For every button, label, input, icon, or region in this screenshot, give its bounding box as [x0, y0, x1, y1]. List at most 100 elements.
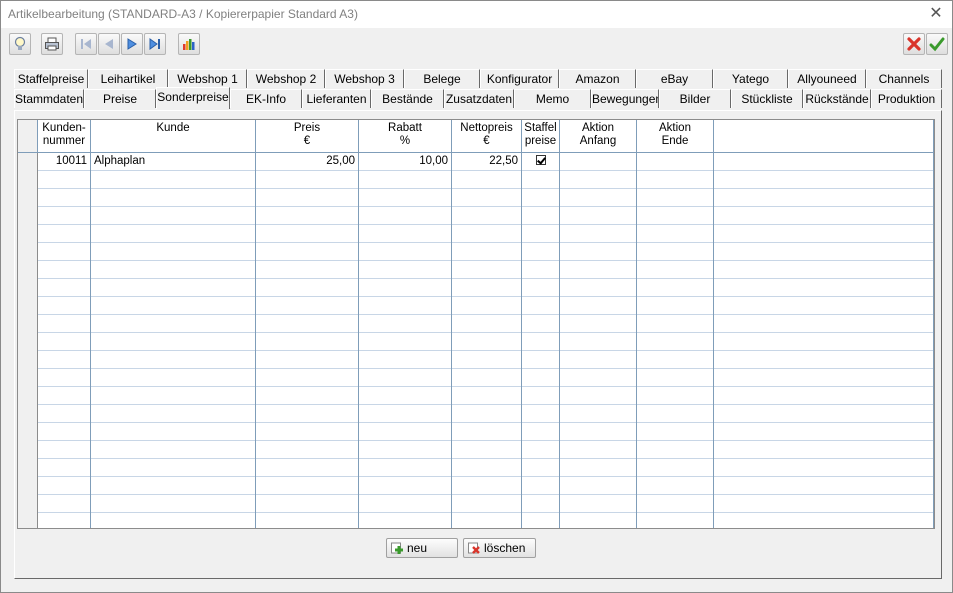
table-cell-filler[interactable]	[714, 495, 934, 513]
table-cell-discount[interactable]	[359, 495, 452, 513]
table-cell-promo-end[interactable]	[637, 387, 714, 405]
table-cell-customer-number[interactable]	[38, 189, 91, 207]
table-cell-price[interactable]	[256, 261, 359, 279]
table-cell-promo-start[interactable]	[560, 459, 637, 477]
tab-zusatzdaten[interactable]: Zusatzdaten	[444, 89, 514, 108]
table-cell-promo-end[interactable]	[637, 171, 714, 189]
last-record-button[interactable]	[144, 33, 166, 55]
table-cell-discount[interactable]	[359, 333, 452, 351]
table-cell-net-price[interactable]	[452, 315, 522, 333]
table-cell-price[interactable]	[256, 207, 359, 225]
table-cell-discount[interactable]	[359, 171, 452, 189]
tips-button[interactable]	[9, 33, 31, 55]
table-row[interactable]	[18, 441, 934, 459]
row-selector[interactable]	[18, 495, 38, 513]
column-header-promo-end[interactable]: Aktion Ende	[637, 120, 714, 152]
table-cell-discount[interactable]	[359, 387, 452, 405]
table-cell-customer-number[interactable]	[38, 513, 91, 528]
table-cell-promo-end[interactable]	[637, 495, 714, 513]
table-cell-promo-start[interactable]	[560, 495, 637, 513]
table-cell-price[interactable]	[256, 225, 359, 243]
table-cell-scale-prices[interactable]	[522, 441, 560, 459]
table-cell-discount[interactable]	[359, 351, 452, 369]
table-cell-net-price[interactable]	[452, 261, 522, 279]
table-row[interactable]	[18, 495, 934, 513]
table-cell-price[interactable]	[256, 405, 359, 423]
column-header-price[interactable]: Preis €	[256, 120, 359, 152]
tab-bilder[interactable]: Bilder	[659, 89, 731, 108]
row-selector[interactable]	[18, 171, 38, 189]
table-cell-discount[interactable]: 10,00	[359, 153, 452, 171]
table-row[interactable]	[18, 423, 934, 441]
table-row[interactable]	[18, 477, 934, 495]
row-selector[interactable]	[18, 351, 38, 369]
row-selector[interactable]	[18, 225, 38, 243]
table-cell-scale-prices[interactable]	[522, 333, 560, 351]
table-cell-discount[interactable]	[359, 279, 452, 297]
table-cell-customer-number[interactable]	[38, 441, 91, 459]
table-cell-filler[interactable]	[714, 207, 934, 225]
table-cell-customer[interactable]	[91, 459, 256, 477]
table-cell-price[interactable]	[256, 351, 359, 369]
table-cell-customer[interactable]	[91, 423, 256, 441]
table-cell-promo-start[interactable]	[560, 441, 637, 459]
table-cell-customer-number[interactable]	[38, 207, 91, 225]
table-cell-filler[interactable]	[714, 171, 934, 189]
table-cell-customer-number[interactable]	[38, 315, 91, 333]
tab-leihartikel[interactable]: Leihartikel	[88, 69, 168, 88]
table-cell-price[interactable]	[256, 279, 359, 297]
table-row[interactable]	[18, 369, 934, 387]
tab-sonderpreise[interactable]: Sonderpreise	[156, 87, 230, 109]
table-cell-net-price[interactable]	[452, 387, 522, 405]
table-cell-customer-number[interactable]	[38, 477, 91, 495]
table-row[interactable]	[18, 333, 934, 351]
row-selector[interactable]	[18, 387, 38, 405]
table-cell-filler[interactable]	[714, 189, 934, 207]
tab-allyouneed[interactable]: Allyouneed	[788, 69, 866, 88]
table-cell-scale-prices[interactable]	[522, 351, 560, 369]
row-selector[interactable]	[18, 441, 38, 459]
table-cell-discount[interactable]	[359, 243, 452, 261]
row-selector[interactable]	[18, 369, 38, 387]
table-cell-customer-number[interactable]	[38, 387, 91, 405]
table-cell-promo-end[interactable]	[637, 207, 714, 225]
table-row[interactable]	[18, 261, 934, 279]
table-cell-scale-prices[interactable]	[522, 477, 560, 495]
table-cell-net-price[interactable]	[452, 495, 522, 513]
table-cell-net-price[interactable]	[452, 441, 522, 459]
tab-webshop-3[interactable]: Webshop 3	[325, 69, 404, 88]
row-selector[interactable]	[18, 189, 38, 207]
table-row[interactable]	[18, 351, 934, 369]
tab-produktion[interactable]: Produktion	[871, 89, 942, 108]
tab-stueckliste[interactable]: Stückliste	[731, 89, 803, 108]
table-cell-scale-prices[interactable]	[522, 261, 560, 279]
table-cell-price[interactable]	[256, 369, 359, 387]
table-row[interactable]	[18, 243, 934, 261]
table-cell-customer-number[interactable]	[38, 369, 91, 387]
table-cell-customer-number[interactable]	[38, 297, 91, 315]
table-cell-net-price[interactable]	[452, 297, 522, 315]
table-cell-price[interactable]	[256, 189, 359, 207]
table-cell-customer[interactable]	[91, 315, 256, 333]
table-cell-net-price[interactable]	[452, 279, 522, 297]
table-cell-promo-start[interactable]	[560, 351, 637, 369]
tab-rueckstaende[interactable]: Rückstände	[803, 89, 871, 108]
scale-prices-checkbox[interactable]	[535, 155, 546, 165]
confirm-button[interactable]	[926, 33, 948, 55]
column-header-discount[interactable]: Rabatt%	[359, 120, 452, 152]
table-cell-promo-start[interactable]	[560, 333, 637, 351]
table-cell-scale-prices[interactable]	[522, 279, 560, 297]
table-cell-promo-end[interactable]	[637, 153, 714, 171]
column-header-net-price[interactable]: Nettopreis €	[452, 120, 522, 152]
table-row[interactable]	[18, 171, 934, 189]
table-cell-net-price[interactable]	[452, 333, 522, 351]
table-cell-net-price[interactable]	[452, 477, 522, 495]
table-cell-customer[interactable]	[91, 513, 256, 528]
table-cell-promo-end[interactable]	[637, 441, 714, 459]
tab-amazon[interactable]: Amazon	[559, 69, 636, 88]
tab-staffelpreise[interactable]: Staffelpreise	[14, 69, 88, 88]
row-selector[interactable]	[18, 297, 38, 315]
table-cell-filler[interactable]	[714, 423, 934, 441]
table-cell-customer-number[interactable]	[38, 423, 91, 441]
table-cell-customer-number[interactable]	[38, 333, 91, 351]
